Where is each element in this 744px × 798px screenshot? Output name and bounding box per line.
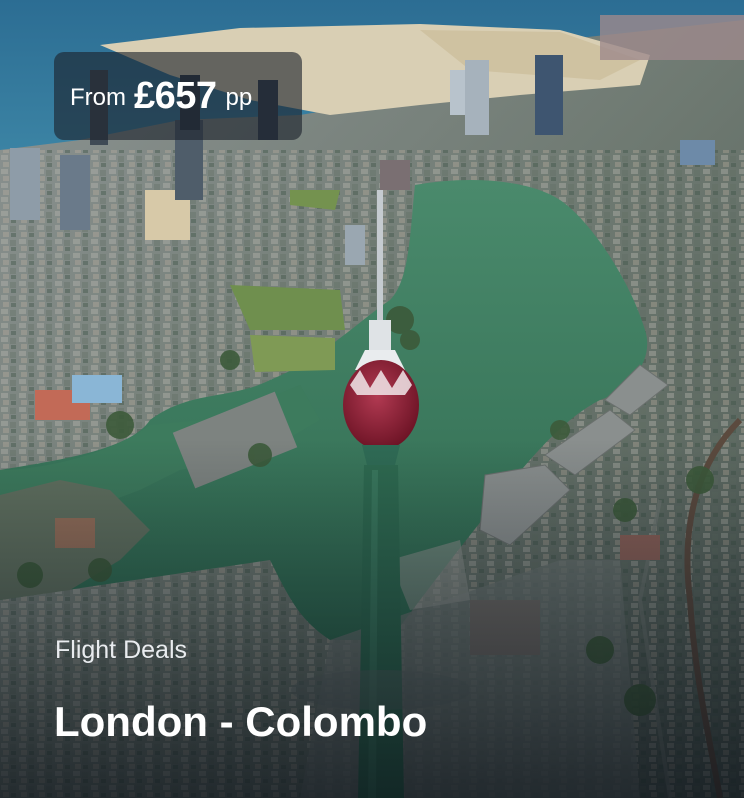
flight-deal-card[interactable]: From £657 pp Flight Deals London - Colom… bbox=[0, 0, 744, 798]
price-unit: pp bbox=[225, 84, 253, 111]
deal-category-label: Flight Deals bbox=[55, 636, 187, 664]
price-amount: £657 bbox=[134, 74, 217, 117]
price-from-label: From bbox=[70, 84, 126, 111]
price-badge: From £657 pp bbox=[54, 52, 302, 140]
route-title: London - Colombo bbox=[54, 698, 428, 745]
